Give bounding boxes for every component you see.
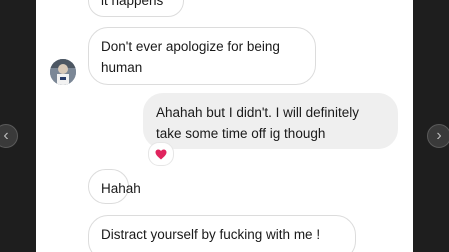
message-text: Hahah: [101, 181, 141, 196]
message-text: Distract yourself by fucking with me !: [101, 227, 321, 242]
message-bubble[interactable]: Hahah: [88, 169, 141, 204]
chevron-right-icon: ›: [436, 127, 442, 144]
avatar[interactable]: [50, 59, 76, 85]
avatar-image: [50, 59, 76, 85]
heart-icon: [155, 149, 167, 159]
previous-button[interactable]: ‹: [0, 124, 18, 148]
chevron-left-icon: ‹: [3, 127, 9, 144]
message-bubble[interactable]: Distract yourself by fucking with me !: [88, 215, 356, 252]
chat-panel: it happens Don't ever apologize for bein…: [36, 0, 413, 252]
message-text: Don't ever apologize for being human: [101, 39, 280, 75]
message-bubble[interactable]: Don't ever apologize for being human: [88, 27, 316, 85]
reaction-badge[interactable]: [148, 142, 174, 166]
message-text: Ahahah but I didn't. I will definitely t…: [156, 105, 359, 141]
next-button[interactable]: ›: [427, 124, 449, 148]
message-text: it happens: [101, 0, 164, 8]
message-bubble[interactable]: Ahahah but I didn't. I will definitely t…: [143, 93, 398, 149]
message-bubble[interactable]: it happens: [88, 0, 184, 17]
